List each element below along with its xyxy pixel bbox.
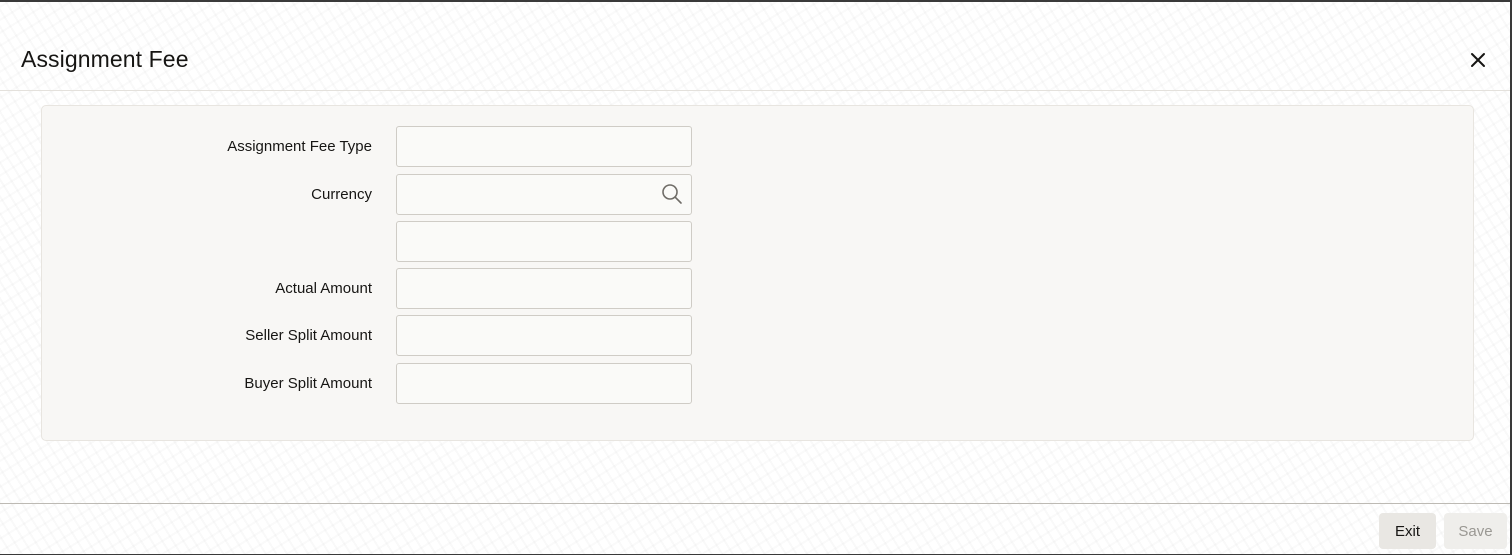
field-row-seller-split-amount: Seller Split Amount	[42, 315, 1473, 357]
actual-amount-input[interactable]	[396, 268, 692, 309]
field-row-buyer-split-amount: Buyer Split Amount	[42, 363, 1473, 405]
currency-description-input[interactable]	[396, 221, 692, 262]
field-row-assignment-fee-type: Assignment Fee Type	[42, 126, 1473, 168]
search-icon[interactable]	[660, 182, 684, 206]
exit-button[interactable]: Exit	[1379, 513, 1436, 549]
buyer-split-amount-input[interactable]	[396, 363, 692, 404]
close-button[interactable]	[1464, 46, 1492, 74]
field-row-currency-description	[42, 221, 1473, 263]
assignment-fee-type-input[interactable]	[396, 126, 692, 167]
buyer-split-amount-label: Buyer Split Amount	[244, 375, 372, 392]
save-button[interactable]: Save	[1444, 513, 1507, 549]
footer-divider	[0, 503, 1510, 504]
currency-label: Currency	[311, 186, 372, 203]
form-panel: Assignment Fee Type Currency Actual Amou…	[41, 105, 1474, 441]
actual-amount-label: Actual Amount	[275, 280, 372, 297]
seller-split-amount-label: Seller Split Amount	[245, 327, 372, 344]
dialog-header: Assignment Fee	[0, 2, 1510, 91]
seller-split-amount-input[interactable]	[396, 315, 692, 356]
assignment-fee-type-label: Assignment Fee Type	[227, 138, 372, 155]
field-row-actual-amount: Actual Amount	[42, 268, 1473, 310]
field-row-currency: Currency	[42, 174, 1473, 216]
close-icon	[1471, 53, 1485, 67]
dialog-title: Assignment Fee	[21, 46, 189, 72]
currency-input[interactable]	[396, 174, 692, 215]
